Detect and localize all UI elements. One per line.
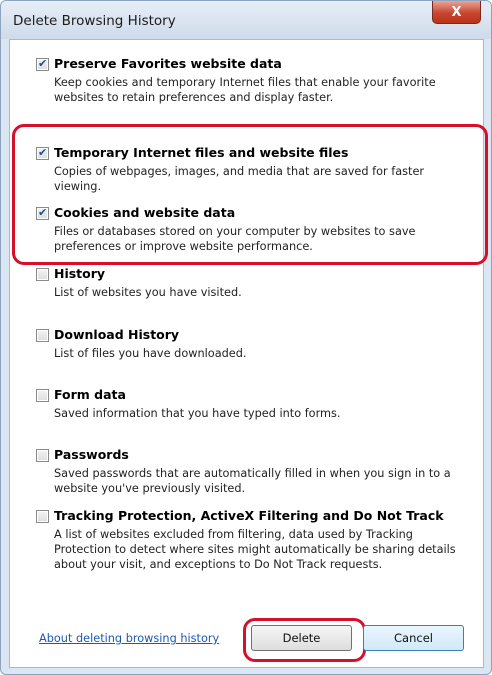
cancel-button[interactable]: Cancel: [363, 625, 464, 651]
passwords-checkbox[interactable]: [36, 449, 49, 462]
option-description: Saved passwords that are automatically f…: [54, 467, 451, 495]
tracking-protection-checkbox[interactable]: [36, 510, 49, 523]
delete-button[interactable]: Delete: [251, 625, 352, 651]
option-description: List of files you have downloaded.: [54, 347, 247, 360]
option-title[interactable]: Form data: [54, 387, 126, 402]
dialog-title: Delete Browsing History: [13, 13, 176, 29]
option-description: A list of websites excluded from filteri…: [54, 528, 456, 571]
option-description: List of websites you have visited.: [54, 286, 242, 299]
download-history-checkbox[interactable]: [36, 329, 49, 342]
about-deleting-browsing-history-link[interactable]: About deleting browsing history: [39, 632, 219, 645]
option-description: Saved information that you have typed in…: [54, 407, 341, 420]
delete-browsing-history-dialog: Delete Browsing History X Preserve Favor…: [0, 0, 492, 675]
preserve-favorites-checkbox[interactable]: [36, 56, 49, 72]
option-title[interactable]: Download History: [54, 327, 179, 342]
option-title[interactable]: History: [54, 266, 105, 281]
option-description: Keep cookies and temporary Internet file…: [54, 76, 436, 104]
title-bar: Delete Browsing History X: [1, 1, 491, 39]
form-data-checkbox[interactable]: [36, 389, 49, 402]
close-button[interactable]: X: [432, 1, 481, 24]
option-title[interactable]: Passwords: [54, 447, 129, 462]
close-icon: X: [451, 4, 462, 20]
option-title[interactable]: Tracking Protection, ActiveX Filtering a…: [54, 508, 444, 523]
option-title[interactable]: Preserve Favorites website data: [54, 56, 282, 71]
history-checkbox[interactable]: [36, 268, 49, 281]
selection-highlight-annotation: [12, 124, 488, 265]
